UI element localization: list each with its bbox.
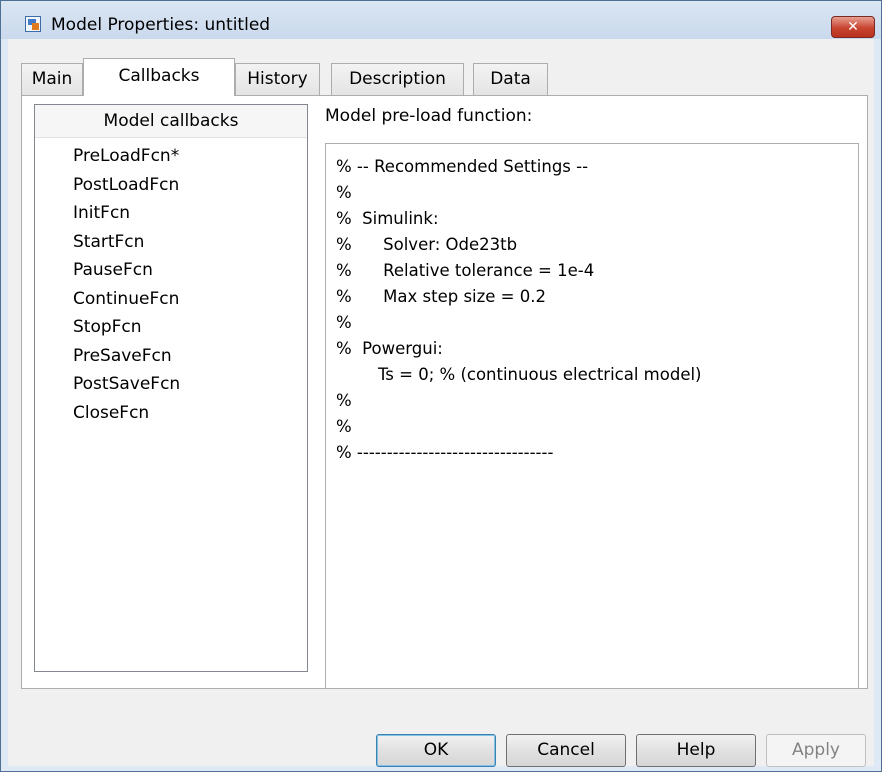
callback-item-postsavefcn[interactable]: PostSaveFcn [35,370,307,399]
close-button[interactable]: ✕ [831,16,875,38]
apply-button[interactable]: Apply [766,734,866,767]
callback-item-postloadfcn[interactable]: PostLoadFcn [35,171,307,200]
code-line: % Solver: Ode23tb [336,235,518,254]
tab-description-label: Description [349,69,446,89]
code-line: Ts = 0; % (continuous electrical model) [336,365,702,384]
callback-item-initfcn[interactable]: InitFcn [35,199,307,228]
tab-description[interactable]: Description [331,63,464,95]
simulink-model-icon [25,16,41,32]
tab-data[interactable]: Data [473,63,548,95]
callback-item-continuefcn[interactable]: ContinueFcn [35,285,307,314]
code-line: % Powergui: [336,339,443,358]
code-line: % [336,417,352,436]
dialog-body: Main Callbacks History Description Data … [8,39,874,767]
ok-button[interactable]: OK [376,734,496,767]
model-properties-window: Model Properties: untitled ✕ Main Callba… [0,0,882,772]
callback-item-closefcn[interactable]: CloseFcn [35,399,307,428]
callback-list-header: Model callbacks [35,105,307,138]
code-line: % --------------------------------- [336,443,554,462]
code-line: % [336,183,352,202]
callback-item-pausefcn[interactable]: PauseFcn [35,256,307,285]
code-line: % Max step size = 0.2 [336,287,546,306]
callback-item-startfcn[interactable]: StartFcn [35,228,307,257]
code-line: % [336,391,352,410]
window-title: Model Properties: untitled [51,15,271,35]
callback-item-presavefcn[interactable]: PreSaveFcn [35,342,307,371]
tab-main[interactable]: Main [21,63,83,95]
callbacks-panel: Model callbacks PreLoadFcn* PostLoadFcn … [21,95,868,689]
code-line: % -- Recommended Settings -- [336,157,589,176]
tab-data-label: Data [490,69,531,89]
tab-callbacks-label: Callbacks [118,66,200,86]
callback-code-editor[interactable]: % -- Recommended Settings -- % % Simulin… [325,143,859,689]
code-line: % Relative tolerance = 1e-4 [336,261,595,280]
callback-item-preloadfcn[interactable]: PreLoadFcn* [35,142,307,171]
function-label: Model pre-load function: [325,106,533,126]
tab-history-label: History [247,69,308,89]
callback-item-stopfcn[interactable]: StopFcn [35,313,307,342]
callback-list[interactable]: Model callbacks PreLoadFcn* PostLoadFcn … [34,104,308,672]
tab-history[interactable]: History [235,63,320,95]
tab-callbacks[interactable]: Callbacks [83,58,235,96]
cancel-button[interactable]: Cancel [506,734,626,767]
help-button[interactable]: Help [636,734,756,767]
code-line: % [336,313,352,332]
code-line: % Simulink: [336,209,439,228]
tab-main-label: Main [31,69,73,89]
close-icon: ✕ [847,19,859,35]
title-bar[interactable]: Model Properties: untitled ✕ [1,1,881,39]
